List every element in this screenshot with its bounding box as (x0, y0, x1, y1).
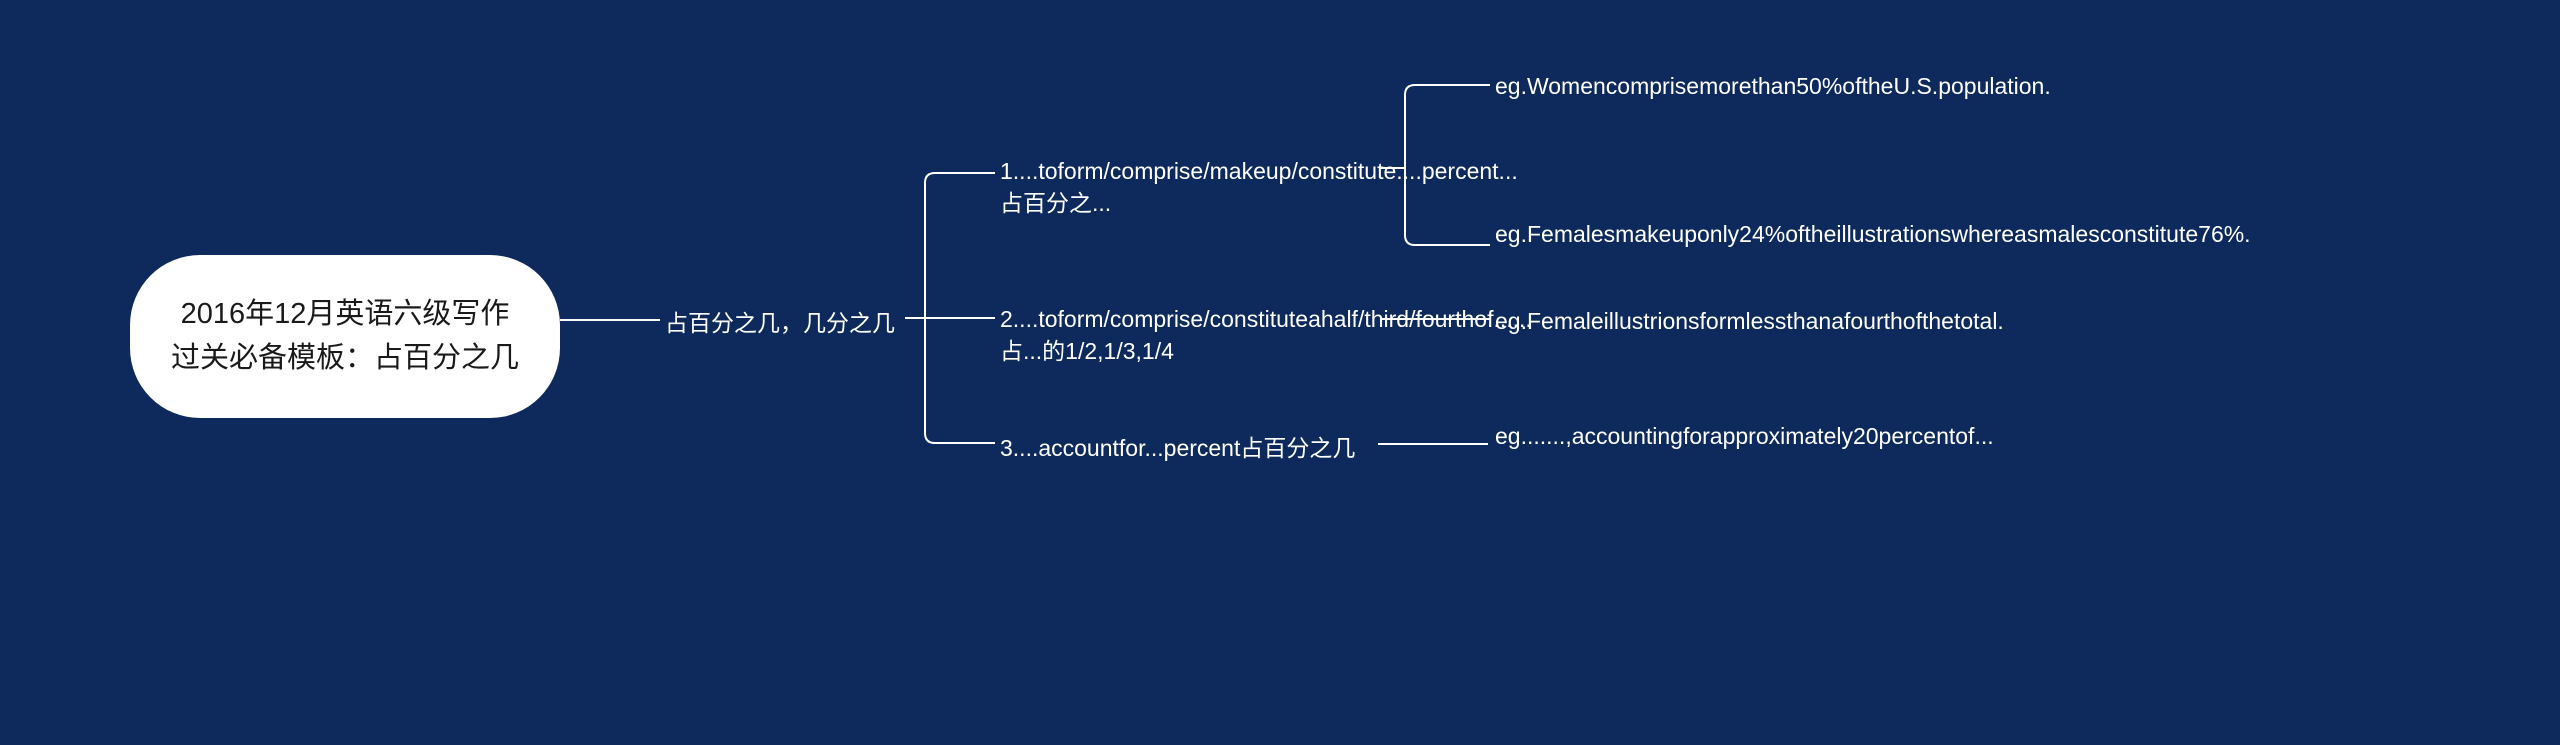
level3-label-1b: eg.Femalesmakeuponly24%oftheillustration… (1495, 221, 2251, 247)
level3-node-1a[interactable]: eg.Womencomprisemorethan50%oftheU.S.popu… (1495, 70, 1885, 102)
level2-node-2[interactable]: 2....toform/comprise/constituteahalf/thi… (1000, 303, 1370, 367)
connector (1380, 318, 1490, 320)
root-title: 2016年12月英语六级写作过关必备模板：占百分之几 (171, 298, 519, 374)
level3-node-1b[interactable]: eg.Femalesmakeuponly24%oftheillustration… (1495, 218, 1885, 250)
level1-label: 占百分之几，几分之几 (665, 310, 895, 336)
level3-label-2: eg.Femaleillustrionsformlessthanafourtho… (1495, 308, 2004, 334)
level3-label-3: eg.......,accountingforapproximately20pe… (1495, 423, 1994, 449)
level2-label-3: 3....accountfor...percent占百分之几 (1000, 435, 1355, 461)
level3-node-2[interactable]: eg.Femaleillustrionsformlessthanafourtho… (1495, 305, 1885, 337)
bracket-level1 (905, 165, 995, 450)
level3-label-1a: eg.Womencomprisemorethan50%oftheU.S.popu… (1495, 73, 2051, 99)
connector (1378, 443, 1488, 445)
level2-node-1[interactable]: 1....toform/comprise/makeup/constitute..… (1000, 155, 1370, 219)
level2-node-3[interactable]: 3....accountfor...percent占百分之几 (1000, 432, 1370, 464)
root-node[interactable]: 2016年12月英语六级写作过关必备模板：占百分之几 (130, 255, 560, 418)
level3-node-3[interactable]: eg.......,accountingforapproximately20pe… (1495, 420, 1885, 452)
bracket-level2-1 (1380, 80, 1490, 250)
level2-label-2: 2....toform/comprise/constituteahalf/thi… (1000, 306, 1532, 364)
level1-node[interactable]: 占百分之几，几分之几 (665, 307, 895, 339)
connector (560, 319, 660, 321)
